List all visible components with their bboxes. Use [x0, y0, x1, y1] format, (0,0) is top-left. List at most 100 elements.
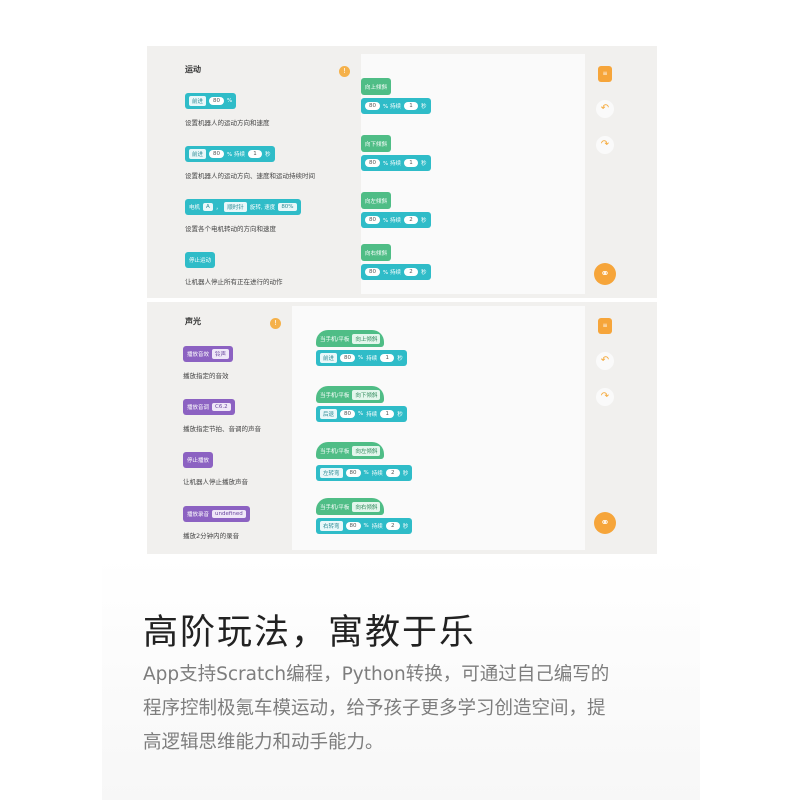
speed-input[interactable]: 80 — [365, 216, 380, 224]
tilt-select[interactable]: 向上倾斜 — [352, 333, 381, 344]
duration-input[interactable]: 2 — [385, 469, 400, 477]
direction-select[interactable]: 顺时针 — [224, 202, 247, 212]
share-icon[interactable]: ⚭ — [594, 263, 616, 285]
speed-input[interactable]: 80 — [209, 97, 225, 105]
phone-tilt-event-block[interactable]: 当手机/平板 向下倾斜 — [316, 386, 385, 403]
description-line-2: 程序控制极氪车模运动，给予孩子更多学习创造空间，提 — [143, 698, 606, 719]
block-text: 停止运动 — [189, 258, 212, 264]
undo-icon[interactable]: ↶ — [596, 100, 614, 118]
duration-input[interactable]: 2 — [403, 268, 418, 276]
document-icon[interactable]: ≡ — [598, 66, 612, 82]
move-duration-block[interactable]: 左转弯 80 % 持续 2 秒 — [316, 465, 413, 481]
direction-select[interactable]: 左转弯 — [320, 468, 343, 478]
block-description: 设置各个电机转动的方向和速度 — [185, 225, 276, 233]
speed-input[interactable]: 80 — [340, 354, 356, 362]
block-text: 秒 — [420, 270, 427, 276]
block-text: % 持续 — [383, 270, 401, 276]
stop-playback-block[interactable]: 停止播放 — [183, 452, 214, 468]
direction-select[interactable]: 前进 — [320, 353, 338, 363]
block-text: % — [363, 470, 369, 476]
duration-input[interactable]: 1 — [380, 410, 395, 418]
speed-input[interactable]: 80 — [365, 268, 380, 276]
speed-input[interactable]: 80 — [365, 159, 380, 167]
tone-select[interactable]: C6.2 — [212, 403, 231, 411]
stop-motion-block[interactable]: 停止运动 — [185, 252, 216, 268]
move-duration-block[interactable]: 前进 80 % 持续 1 秒 — [316, 350, 407, 366]
tilt-event-block[interactable]: 向下倾斜 — [361, 135, 392, 152]
move-duration-block[interactable]: 80 % 持续 2 秒 — [361, 264, 431, 280]
move-duration-block[interactable]: 80 % 持续 1 秒 — [361, 98, 431, 114]
motion-workspace[interactable]: 向上倾斜 80 % 持续 1 秒 向下倾斜 80 % 持续 1 秒 向左倾斜 8… — [361, 54, 585, 294]
phone-tilt-event-block[interactable]: 当手机/平板 向上倾斜 — [316, 330, 385, 347]
move-duration-block[interactable]: 80 % 持续 1 秒 — [361, 155, 431, 171]
tilt-select[interactable]: 向右倾斜 — [352, 501, 381, 512]
move-duration-block[interactable]: 80 % 持续 2 秒 — [361, 212, 431, 228]
tilt-event-block[interactable]: 向右倾斜 — [361, 244, 392, 261]
block-field[interactable]: 前进 — [189, 96, 207, 106]
tilt-event-block[interactable]: 向左倾斜 — [361, 192, 392, 209]
block-text: 秒 — [397, 412, 403, 418]
recording-select[interactable]: undefined — [212, 510, 246, 518]
block-text: 秒 — [402, 524, 409, 530]
headline: 高阶玩法，寓教于乐 — [143, 613, 477, 653]
speed-input[interactable]: 80 — [365, 102, 380, 110]
duration-input[interactable]: 1 — [403, 102, 418, 110]
speed-input[interactable]: 80 — [209, 150, 225, 158]
duration-input[interactable]: 1 — [403, 159, 418, 167]
block-description: 设置机器人的运动方向和速度 — [185, 119, 270, 127]
move-duration-block[interactable]: 右转弯 80 % 持续 2 秒 — [316, 518, 413, 534]
phone-tilt-event-block[interactable]: 当手机/平板 向左倾斜 — [316, 442, 385, 459]
duration-input[interactable]: 1 — [248, 150, 262, 158]
sound-workspace[interactable]: 当手机/平板 向上倾斜 前进 80 % 持续 1 秒 当手机/平板 向下倾斜 后… — [292, 306, 585, 550]
block-text: 播放音调 — [187, 405, 210, 411]
speed-input[interactable]: 80 — [345, 469, 361, 477]
speed-input[interactable]: 80 — [340, 410, 356, 418]
sound-block-palette: 声光 ! 播放音效 铃声 播放指定的音效 播放音调 C6.2 播放指定节拍、音调… — [147, 302, 292, 554]
redo-icon[interactable]: ↷ — [596, 388, 614, 406]
duration-input[interactable]: 1 — [380, 354, 395, 362]
block-text: 持续 — [371, 524, 383, 530]
document-icon[interactable]: ≡ — [598, 318, 612, 334]
play-recording-block[interactable]: 播放录音 undefined — [183, 506, 250, 522]
tilt-select[interactable]: 向下倾斜 — [352, 389, 381, 400]
block-text: 电机 — [189, 205, 201, 211]
speed-input[interactable]: 80 — [345, 522, 361, 530]
block-text: 秒 — [420, 218, 427, 224]
block-text: 当手机/平板 — [320, 336, 350, 343]
direction-select[interactable]: 后退 — [320, 409, 338, 419]
motor-block[interactable]: 电机 A ， 顺时针 旋转, 速度 80% — [185, 199, 301, 215]
motion-screenshot: 运动 ! 前进 80 % 设置机器人的运动方向和速度 前进 80 % 持续 1 … — [147, 46, 657, 298]
undo-icon[interactable]: ↶ — [596, 352, 614, 370]
block-text: 秒 — [420, 104, 427, 110]
block-text: % — [227, 98, 233, 104]
tilt-event-block[interactable]: 向上倾斜 — [361, 78, 392, 95]
motor-select[interactable]: A — [203, 203, 213, 211]
forward-block[interactable]: 前进 80 % — [185, 93, 237, 109]
info-icon[interactable]: ! — [270, 318, 281, 329]
forward-duration-block[interactable]: 前进 80 % 持续 1 秒 — [185, 146, 275, 162]
info-icon[interactable]: ! — [339, 66, 350, 77]
phone-tilt-event-block[interactable]: 当手机/平板 向右倾斜 — [316, 498, 385, 515]
block-text: 播放录音 — [187, 512, 210, 518]
description-line-3: 高逻辑思维能力和动手能力。 — [143, 732, 384, 753]
block-text: 秒 — [397, 356, 403, 362]
block-text: % 持续 — [383, 104, 401, 110]
share-icon[interactable]: ⚭ — [594, 512, 616, 534]
block-text: % — [358, 411, 364, 417]
block-field[interactable]: 前进 — [189, 149, 207, 159]
block-text: 持续 — [371, 471, 383, 477]
move-duration-block[interactable]: 后退 80 % 持续 1 秒 — [316, 406, 407, 422]
direction-select[interactable]: 右转弯 — [320, 521, 343, 531]
redo-icon[interactable]: ↷ — [596, 136, 614, 154]
duration-input[interactable]: 2 — [403, 216, 418, 224]
block-text: 当手机/平板 — [320, 392, 350, 399]
play-sound-block[interactable]: 播放音效 铃声 — [183, 346, 234, 362]
tilt-select[interactable]: 向左倾斜 — [352, 445, 381, 456]
block-text: 停止播放 — [187, 458, 210, 464]
play-tone-block[interactable]: 播放音调 C6.2 — [183, 399, 235, 415]
duration-input[interactable]: 2 — [385, 522, 400, 530]
description-line-1: App支持Scratch编程，Python转换，可通过自己编写的 — [143, 664, 610, 685]
sound-select[interactable]: 铃声 — [212, 349, 230, 359]
speed-select[interactable]: 80% — [278, 203, 297, 211]
block-text: 向左倾斜 — [365, 198, 388, 205]
